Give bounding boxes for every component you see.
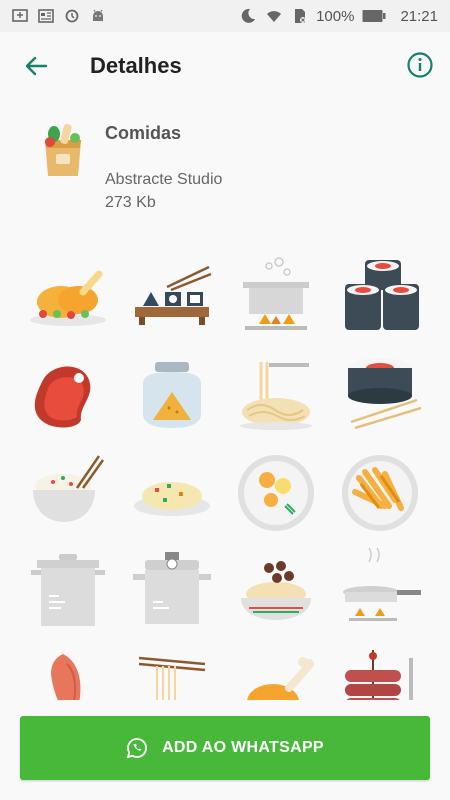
battery-percent: 100%: [316, 7, 355, 25]
pack-header: Comidas Abstracte Studio 273 Kb: [0, 108, 450, 218]
sim-icon: [295, 9, 307, 23]
add-to-whatsapp-button[interactable]: ADD AO WHATSAPP: [20, 716, 430, 780]
sticker-frying-pan[interactable]: [330, 542, 430, 640]
sticker-cooking-pot-steam[interactable]: [226, 248, 326, 346]
android-icon: [93, 9, 103, 21]
sticker-stock-pot[interactable]: [18, 542, 118, 640]
sticker-grid: [18, 248, 432, 708]
pack-size: 273 Kb: [105, 194, 156, 211]
clock: 21:21: [400, 7, 438, 25]
sticker-noodles-chopsticks[interactable]: [122, 640, 222, 708]
sticker-maki-roll-chopsticks[interactable]: [330, 346, 430, 444]
sticker-plate-fries[interactable]: [330, 444, 430, 542]
sticker-sushi-board[interactable]: [122, 248, 222, 346]
pack-author: Abstracte Studio: [105, 171, 223, 188]
news-icon: [38, 9, 54, 23]
sticker-noodle-fork[interactable]: [226, 346, 326, 444]
sync-icon: [65, 9, 79, 23]
whatsapp-icon: [126, 738, 148, 759]
battery-icon: [362, 10, 386, 22]
add-button-label: ADD AO WHATSAPP: [162, 739, 324, 756]
bottom-action-bar: ADD AO WHATSAPP: [0, 700, 450, 800]
sticker-rice-bowl-chopsticks[interactable]: [18, 444, 118, 542]
pack-name: Comidas: [105, 123, 182, 143]
wifi-icon: [267, 11, 282, 22]
download-icon: [12, 9, 28, 22]
arrow-left-icon[interactable]: [22, 52, 50, 80]
sticker-spice-jar[interactable]: [122, 346, 222, 444]
sticker-shrimp[interactable]: [18, 640, 118, 708]
info-icon[interactable]: [405, 50, 435, 80]
sticker-steak[interactable]: [18, 346, 118, 444]
status-bar: 100% 21:21: [0, 0, 450, 32]
sticker-pressure-cooker[interactable]: [122, 542, 222, 640]
sticker-sausages-skewer[interactable]: [330, 640, 430, 708]
sticker-sushi-rolls[interactable]: [330, 248, 430, 346]
sticker-fried-rice-plate[interactable]: [122, 444, 222, 542]
sticker-plate-eggs[interactable]: [226, 444, 326, 542]
page-title: Detalhes: [90, 53, 182, 78]
sticker-spaghetti-meatballs[interactable]: [226, 542, 326, 640]
sticker-roast-chicken[interactable]: [18, 248, 118, 346]
sticker-chicken-leg[interactable]: [226, 640, 326, 708]
grocery-bag-icon: [45, 123, 81, 176]
moon-icon: [241, 8, 256, 23]
app-bar: Detalhes: [0, 32, 450, 100]
